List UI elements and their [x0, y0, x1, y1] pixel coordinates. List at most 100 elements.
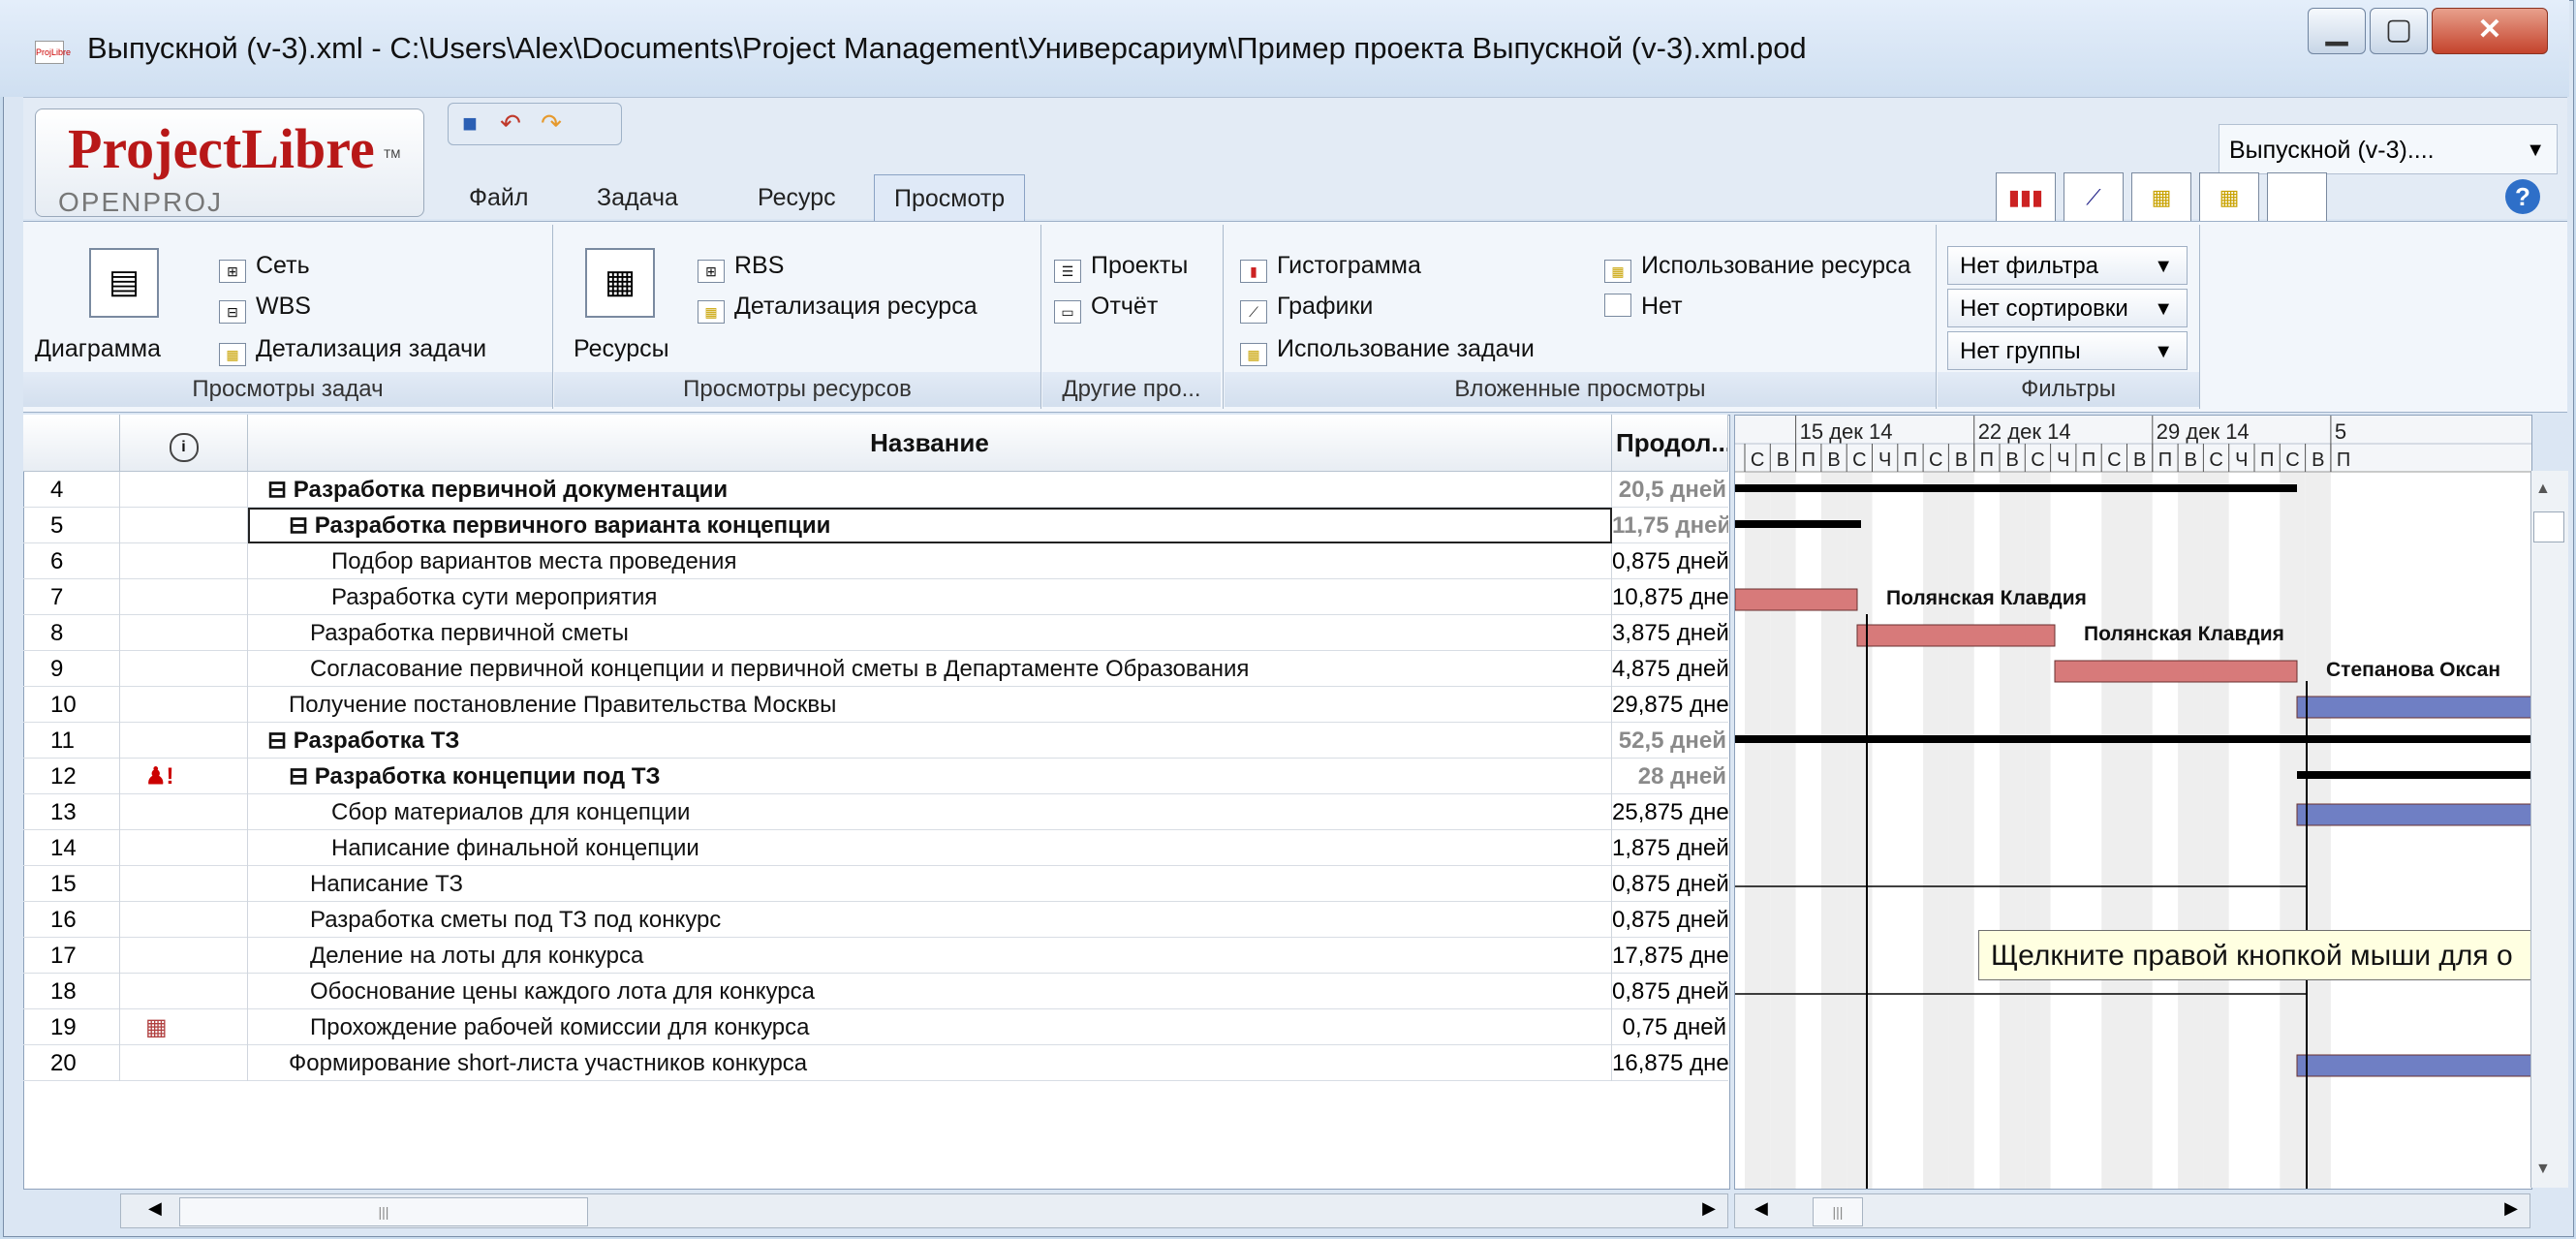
scroll-right-icon[interactable]: ▶	[2504, 1198, 2518, 1219]
table-row[interactable]: 15 Написание ТЗ 0,875 дней	[23, 866, 1728, 902]
task-duration[interactable]: 29,875 дней	[1612, 687, 1728, 723]
task-name[interactable]: ⊟ Разработка ТЗ	[248, 723, 1612, 759]
resource-detail-button[interactable]: ▦ Детализация ресурса	[698, 293, 978, 324]
project-selector[interactable]: Выпускной (v-3).... ▼	[2219, 124, 2558, 174]
task-name[interactable]: Сбор материалов для концепции	[248, 794, 1612, 830]
scroll-down-icon[interactable]: ▼	[2535, 1161, 2551, 1178]
help-icon[interactable]: ?	[2505, 179, 2540, 214]
table-row[interactable]: 6 Подбор вариантов места проведения 0,875 …	[23, 543, 1728, 579]
task-duration[interactable]: 4,875 дней	[1612, 651, 1728, 687]
header-name[interactable]: Название	[248, 415, 1612, 471]
task-duration[interactable]: 10,875 дней	[1612, 579, 1728, 615]
task-name[interactable]: Формирование short-листа участников конк…	[248, 1045, 1612, 1081]
rbs-button[interactable]: ⊞ RBS	[698, 252, 784, 283]
resource-usage-button[interactable]: ▦ Использование ресурса	[1604, 252, 1910, 283]
report-button[interactable]: ▭ Отчёт	[1054, 293, 1158, 324]
table-horizontal-scrollbar[interactable]: ◀ ||| ▶	[120, 1193, 1728, 1228]
tab-resource[interactable]: Ресурс	[738, 174, 855, 221]
histogram-button[interactable]: ▮ Гистограмма	[1240, 252, 1421, 283]
table-row[interactable]: 16 Разработка сметы под ТЗ под конкурс 0,8…	[23, 902, 1728, 938]
charts-button[interactable]: ⟋ Графики	[1240, 293, 1373, 324]
task-duration[interactable]: 0,875 дней	[1612, 866, 1728, 902]
table-row[interactable]: 11 ⊟ Разработка ТЗ 52,5 дней	[23, 723, 1728, 759]
task-duration[interactable]: 25,875 дней	[1612, 794, 1728, 830]
scroll-right-icon[interactable]: ▶	[1702, 1198, 1716, 1219]
task-name[interactable]: Написание финальной концепции	[248, 830, 1612, 866]
sort-select[interactable]: Нет сортировки ▼	[1947, 289, 2188, 327]
task-name[interactable]: Написание ТЗ	[248, 866, 1612, 902]
scrollbar-thumb[interactable]	[2533, 511, 2564, 542]
scroll-left-icon[interactable]: ◀	[148, 1198, 162, 1219]
maximize-button[interactable]: ▢	[2370, 8, 2428, 54]
task-duration[interactable]: 28 дней	[1612, 759, 1728, 794]
network-button[interactable]: ⊞ Сеть	[219, 252, 310, 283]
task-duration[interactable]: 0,75 дней	[1612, 1009, 1728, 1045]
task-usage-button[interactable]: ▦ Использование задачи	[1240, 335, 1535, 366]
task-name[interactable]: ⊟ Разработка первичной документации	[248, 472, 1612, 508]
resource-usage-view-icon[interactable]: ▦	[2199, 172, 2259, 223]
table-row[interactable]: 14 Написание финальной концепции 1,875 дне…	[23, 830, 1728, 866]
table-row[interactable]: 12 ♟! ⊟ Разработка концепции под ТЗ 28 дней	[23, 759, 1728, 794]
task-name[interactable]: Разработка сметы под ТЗ под конкурс	[248, 902, 1612, 938]
charts-view-icon[interactable]: ⟋	[2064, 172, 2124, 223]
vertical-scrollbar[interactable]: ▲ ▼	[2530, 471, 2568, 1188]
table-row[interactable]: 20 Формирование short-листа участников ко…	[23, 1045, 1728, 1081]
tab-file[interactable]: Файл	[450, 174, 547, 221]
tab-task[interactable]: Задача	[577, 174, 698, 221]
table-row[interactable]: 17 Деление на лоты для конкурса 17,875 дне…	[23, 938, 1728, 974]
table-row[interactable]: 19 ▦ Прохождение рабочей комиссии для конк…	[23, 1009, 1728, 1045]
histogram-view-icon[interactable]: ▮▮▮	[1996, 172, 2056, 223]
diagram-button[interactable]: Диаграмма	[35, 335, 161, 363]
scroll-up-icon[interactable]: ▲	[2535, 480, 2551, 498]
task-name[interactable]: Прохождение рабочей комиссии для конкурс…	[248, 1009, 1612, 1045]
table-row[interactable]: 10 Получение постановление Правительства …	[23, 687, 1728, 723]
resources-button[interactable]: Ресурсы	[574, 335, 669, 363]
no-subview-icon[interactable]	[2267, 172, 2327, 223]
table-row[interactable]: 8 Разработка первичной сметы 3,875 дней	[23, 615, 1728, 651]
gantt-diagram-icon[interactable]: ▤	[89, 248, 159, 318]
table-row[interactable]: 13 Сбор материалов для концепции 25,875 дн…	[23, 794, 1728, 830]
resources-icon[interactable]: ▦	[585, 248, 655, 318]
task-duration[interactable]: 0,875 дней	[1612, 974, 1728, 1009]
task-duration[interactable]: 0,875 дней	[1612, 902, 1728, 938]
task-name[interactable]: Получение постановление Правительства Мо…	[248, 687, 1612, 723]
task-duration[interactable]: 17,875 дней	[1612, 938, 1728, 974]
scrollbar-thumb[interactable]: |||	[179, 1197, 588, 1226]
table-row[interactable]: 9 Согласование первичной концепции и перв…	[23, 651, 1728, 687]
task-name[interactable]: ⊟ Разработка первичного варианта концепц…	[248, 508, 1612, 543]
task-duration[interactable]: 11,75 дней	[1612, 508, 1728, 543]
task-name[interactable]: Разработка сути мероприятия	[248, 579, 1612, 615]
gantt-horizontal-scrollbar[interactable]: ◀ ||| ▶	[1734, 1193, 2530, 1228]
filter-select[interactable]: Нет фильтра ▼	[1947, 246, 2188, 285]
task-duration[interactable]: 52,5 дней	[1612, 723, 1728, 759]
task-name[interactable]: Деление на лоты для конкурса	[248, 938, 1612, 974]
task-duration[interactable]: 16,875 дней	[1612, 1045, 1728, 1081]
scroll-left-icon[interactable]: ◀	[1754, 1198, 1768, 1219]
task-name[interactable]: Разработка первичной сметы	[248, 615, 1612, 651]
task-duration[interactable]: 3,875 дней	[1612, 615, 1728, 651]
task-name[interactable]: Подбор вариантов места проведения	[248, 543, 1612, 579]
table-row[interactable]: 7 Разработка сути мероприятия10,875 дней	[23, 579, 1728, 615]
table-row[interactable]: 4 ⊟ Разработка первичной документации 20,5…	[23, 472, 1728, 508]
minimize-button[interactable]: ▁	[2308, 8, 2366, 54]
no-subview-button[interactable]: Нет	[1604, 293, 1683, 321]
task-name[interactable]: ⊟ Разработка концепции под ТЗ	[248, 759, 1612, 794]
header-duration[interactable]: Продол...	[1612, 415, 1728, 471]
projects-button[interactable]: ☰ Проекты	[1054, 252, 1188, 283]
task-duration[interactable]: 1,875 дней	[1612, 830, 1728, 866]
scrollbar-thumb[interactable]: |||	[1813, 1197, 1863, 1226]
table-row[interactable]: 18 Обоснование цены каждого лота для конк…	[23, 974, 1728, 1009]
close-button[interactable]: ✕	[2432, 8, 2548, 54]
wbs-button[interactable]: ⊟ WBS	[219, 293, 311, 324]
table-row[interactable]: 5 ⊟ Разработка первичного варианта концеп…	[23, 508, 1728, 543]
tab-view[interactable]: Просмотр	[874, 174, 1026, 222]
header-indicators[interactable]: i	[120, 415, 248, 471]
task-name[interactable]: Согласование первичной концепции и перви…	[248, 651, 1612, 687]
task-usage-view-icon[interactable]: ▦	[2131, 172, 2191, 223]
task-duration[interactable]: 0,875 дней	[1612, 543, 1728, 579]
task-name[interactable]: Обоснование цены каждого лота для конкур…	[248, 974, 1612, 1009]
group-select[interactable]: Нет группы ▼	[1947, 331, 2188, 370]
task-duration[interactable]: 20,5 дней	[1612, 472, 1728, 508]
task-detail-button[interactable]: ▦ Детализация задачи	[219, 335, 486, 366]
gantt-canvas[interactable]: С В П В С Ч П С В П В С Ч П С В П В С Ч П С В П15 дек 14 22 дек …	[1735, 416, 2531, 1189]
